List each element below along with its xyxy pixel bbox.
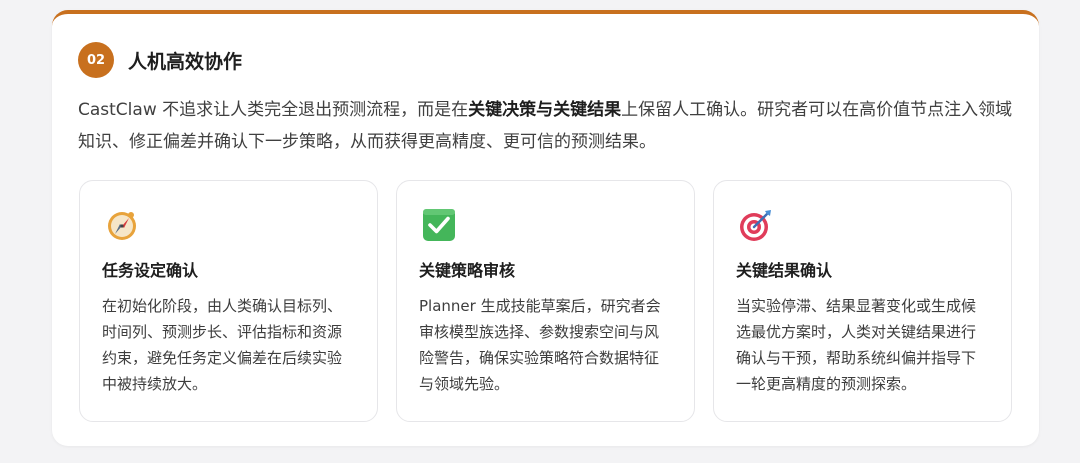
card-result-confirm: 关键结果确认 当实验停滞、结果显著变化或生成候选最优方案时，人类对关键结果进行确… [713, 180, 1012, 422]
target-dart-icon [740, 210, 771, 241]
compass-icon [108, 212, 136, 240]
card-title: 关键策略审核 [419, 261, 516, 280]
section-header: 02 人机高效协作 [78, 42, 242, 78]
card-title: 关键结果确认 [736, 261, 833, 280]
intro-text-highlight: 关键决策与关键结果 [468, 100, 622, 120]
card-description: 在初始化阶段，由人类确认目标列、时间列、预测步长、评估指标和资源约束，避免任务定… [102, 297, 343, 393]
collaboration-panel: 02 人机高效协作 CastClaw 不追求让人类完全退出预测流程，而是在关键决… [52, 10, 1039, 446]
section-intro: CastClaw 不追求让人类完全退出预测流程，而是在关键决策与关键结果上保留人… [78, 94, 1013, 158]
card-description: Planner 生成技能草案后，研究者会审核模型族选择、参数搜索空间与风险警告，… [419, 297, 661, 393]
card-strategy-review: 关键策略审核 Planner 生成技能草案后，研究者会审核模型族选择、参数搜索空… [396, 180, 695, 422]
card-description: 当实验停滞、结果显著变化或生成候选最优方案时，人类对关键结果进行确认与干预，帮助… [736, 297, 977, 393]
card-task-setup: 任务设定确认 在初始化阶段，由人类确认目标列、时间列、预测步长、评估指标和资源约… [79, 180, 378, 422]
section-number-badge: 02 [78, 42, 114, 78]
intro-text-start: CastClaw 不追求让人类完全退出预测流程，而是在 [78, 100, 469, 120]
card-title: 任务设定确认 [102, 261, 199, 280]
section-title: 人机高效协作 [128, 50, 243, 73]
feature-cards: 任务设定确认 在初始化阶段，由人类确认目标列、时间列、预测步长、评估指标和资源约… [79, 180, 1012, 422]
check-mark-button-icon [423, 209, 455, 241]
